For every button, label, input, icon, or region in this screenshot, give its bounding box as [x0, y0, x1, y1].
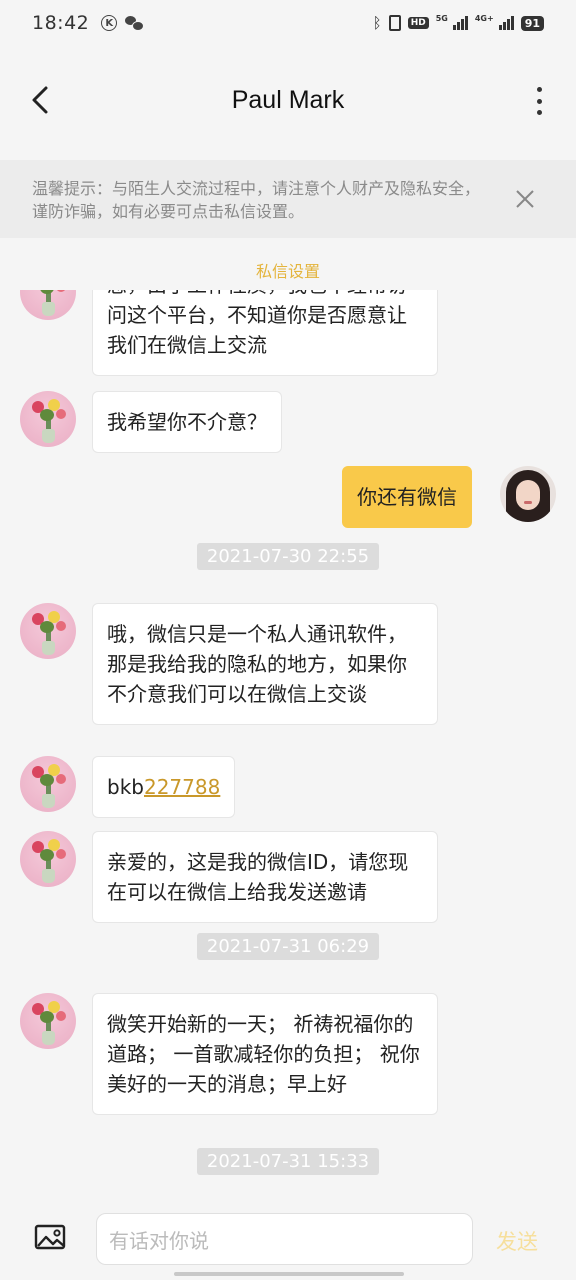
contact-avatar[interactable] [20, 831, 76, 887]
my-avatar[interactable] [500, 466, 556, 522]
contact-avatar[interactable] [20, 756, 76, 812]
bluetooth-icon: ᛒ [372, 14, 382, 32]
wechat-id-bubble: bkb227788 [92, 756, 236, 818]
close-notice-button[interactable] [514, 188, 536, 210]
contact-avatar[interactable] [20, 290, 76, 320]
message-bubble: 您，由于工作性质，我也不经常访问这个平台，不知道你是否愿意让我们在微信上交流 [92, 290, 438, 376]
network-4g-label: 4G+ [474, 13, 494, 23]
message-bubble: 亲爱的，这是我的微信ID，请您现在可以在微信上给我发送邀请 [92, 831, 438, 923]
wechat-icon [125, 16, 145, 31]
message-timestamp: 2021-07-31 06:29 [0, 933, 576, 960]
more-dot-icon [536, 110, 542, 115]
more-options-button[interactable] [524, 84, 554, 118]
contact-avatar[interactable] [20, 993, 76, 1049]
privacy-settings-link[interactable]: 私信设置 [0, 258, 576, 282]
status-bar: 18:42 K ᛒ HD 5G 4G+ 91 [0, 0, 576, 46]
signal-icon-2 [498, 16, 514, 30]
message-timestamp: 2021-07-31 15:33 [0, 1148, 576, 1175]
notice-text: 温馨提示：与陌生人交流过程中，请注意个人财产及隐私安全，谨防诈骗，如有必要可点击… [32, 179, 481, 221]
nav-bar: Paul Mark [0, 46, 576, 160]
message-bubble: 哦，微信只是一个私人通讯软件，那是我给我的隐私的地方，如果你不介意我们可以在微信… [92, 603, 438, 725]
network-5g-label: 5G [435, 13, 448, 23]
k-app-icon: K [101, 15, 118, 31]
my-message-bubble: 你还有微信 [342, 466, 472, 528]
message-bubble: 微笑开始新的一天； 祈祷祝福你的道路； 一首歌减轻你的负担； 祝你美好的一天的消… [92, 993, 438, 1115]
safety-notice: 温馨提示：与陌生人交流过程中，请注意个人财产及隐私安全，谨防诈骗，如有必要可点击… [0, 160, 576, 238]
battery-icon: 91 [520, 15, 544, 31]
send-button[interactable]: 发送 [496, 1226, 538, 1256]
page-title: Paul Mark [231, 86, 345, 114]
send-image-button[interactable] [34, 1222, 68, 1252]
wechat-id-prefix: bkb [107, 775, 144, 799]
message-bubble: 我希望你不介意？ [92, 391, 282, 453]
contact-avatar[interactable] [20, 391, 76, 447]
status-time: 18:42 [32, 12, 90, 34]
home-indicator [174, 1272, 404, 1276]
message-input[interactable]: 有话对你说 [96, 1213, 473, 1265]
vibrate-icon [388, 15, 401, 31]
hd-badge: HD [407, 17, 429, 29]
more-dot-icon [536, 87, 542, 92]
close-icon [516, 190, 534, 208]
contact-avatar[interactable] [20, 603, 76, 659]
image-icon [34, 1224, 66, 1250]
signal-icon [452, 16, 468, 30]
message-timestamp: 2021-07-30 22:55 [0, 543, 576, 570]
input-bar: 有话对你说 发送 [0, 1202, 576, 1280]
wechat-id-link[interactable]: 227788 [144, 775, 220, 799]
chat-messages: 您，由于工作性质，我也不经常访问这个平台，不知道你是否愿意让我们在微信上交流 我… [0, 290, 576, 1202]
more-dot-icon [536, 98, 542, 104]
